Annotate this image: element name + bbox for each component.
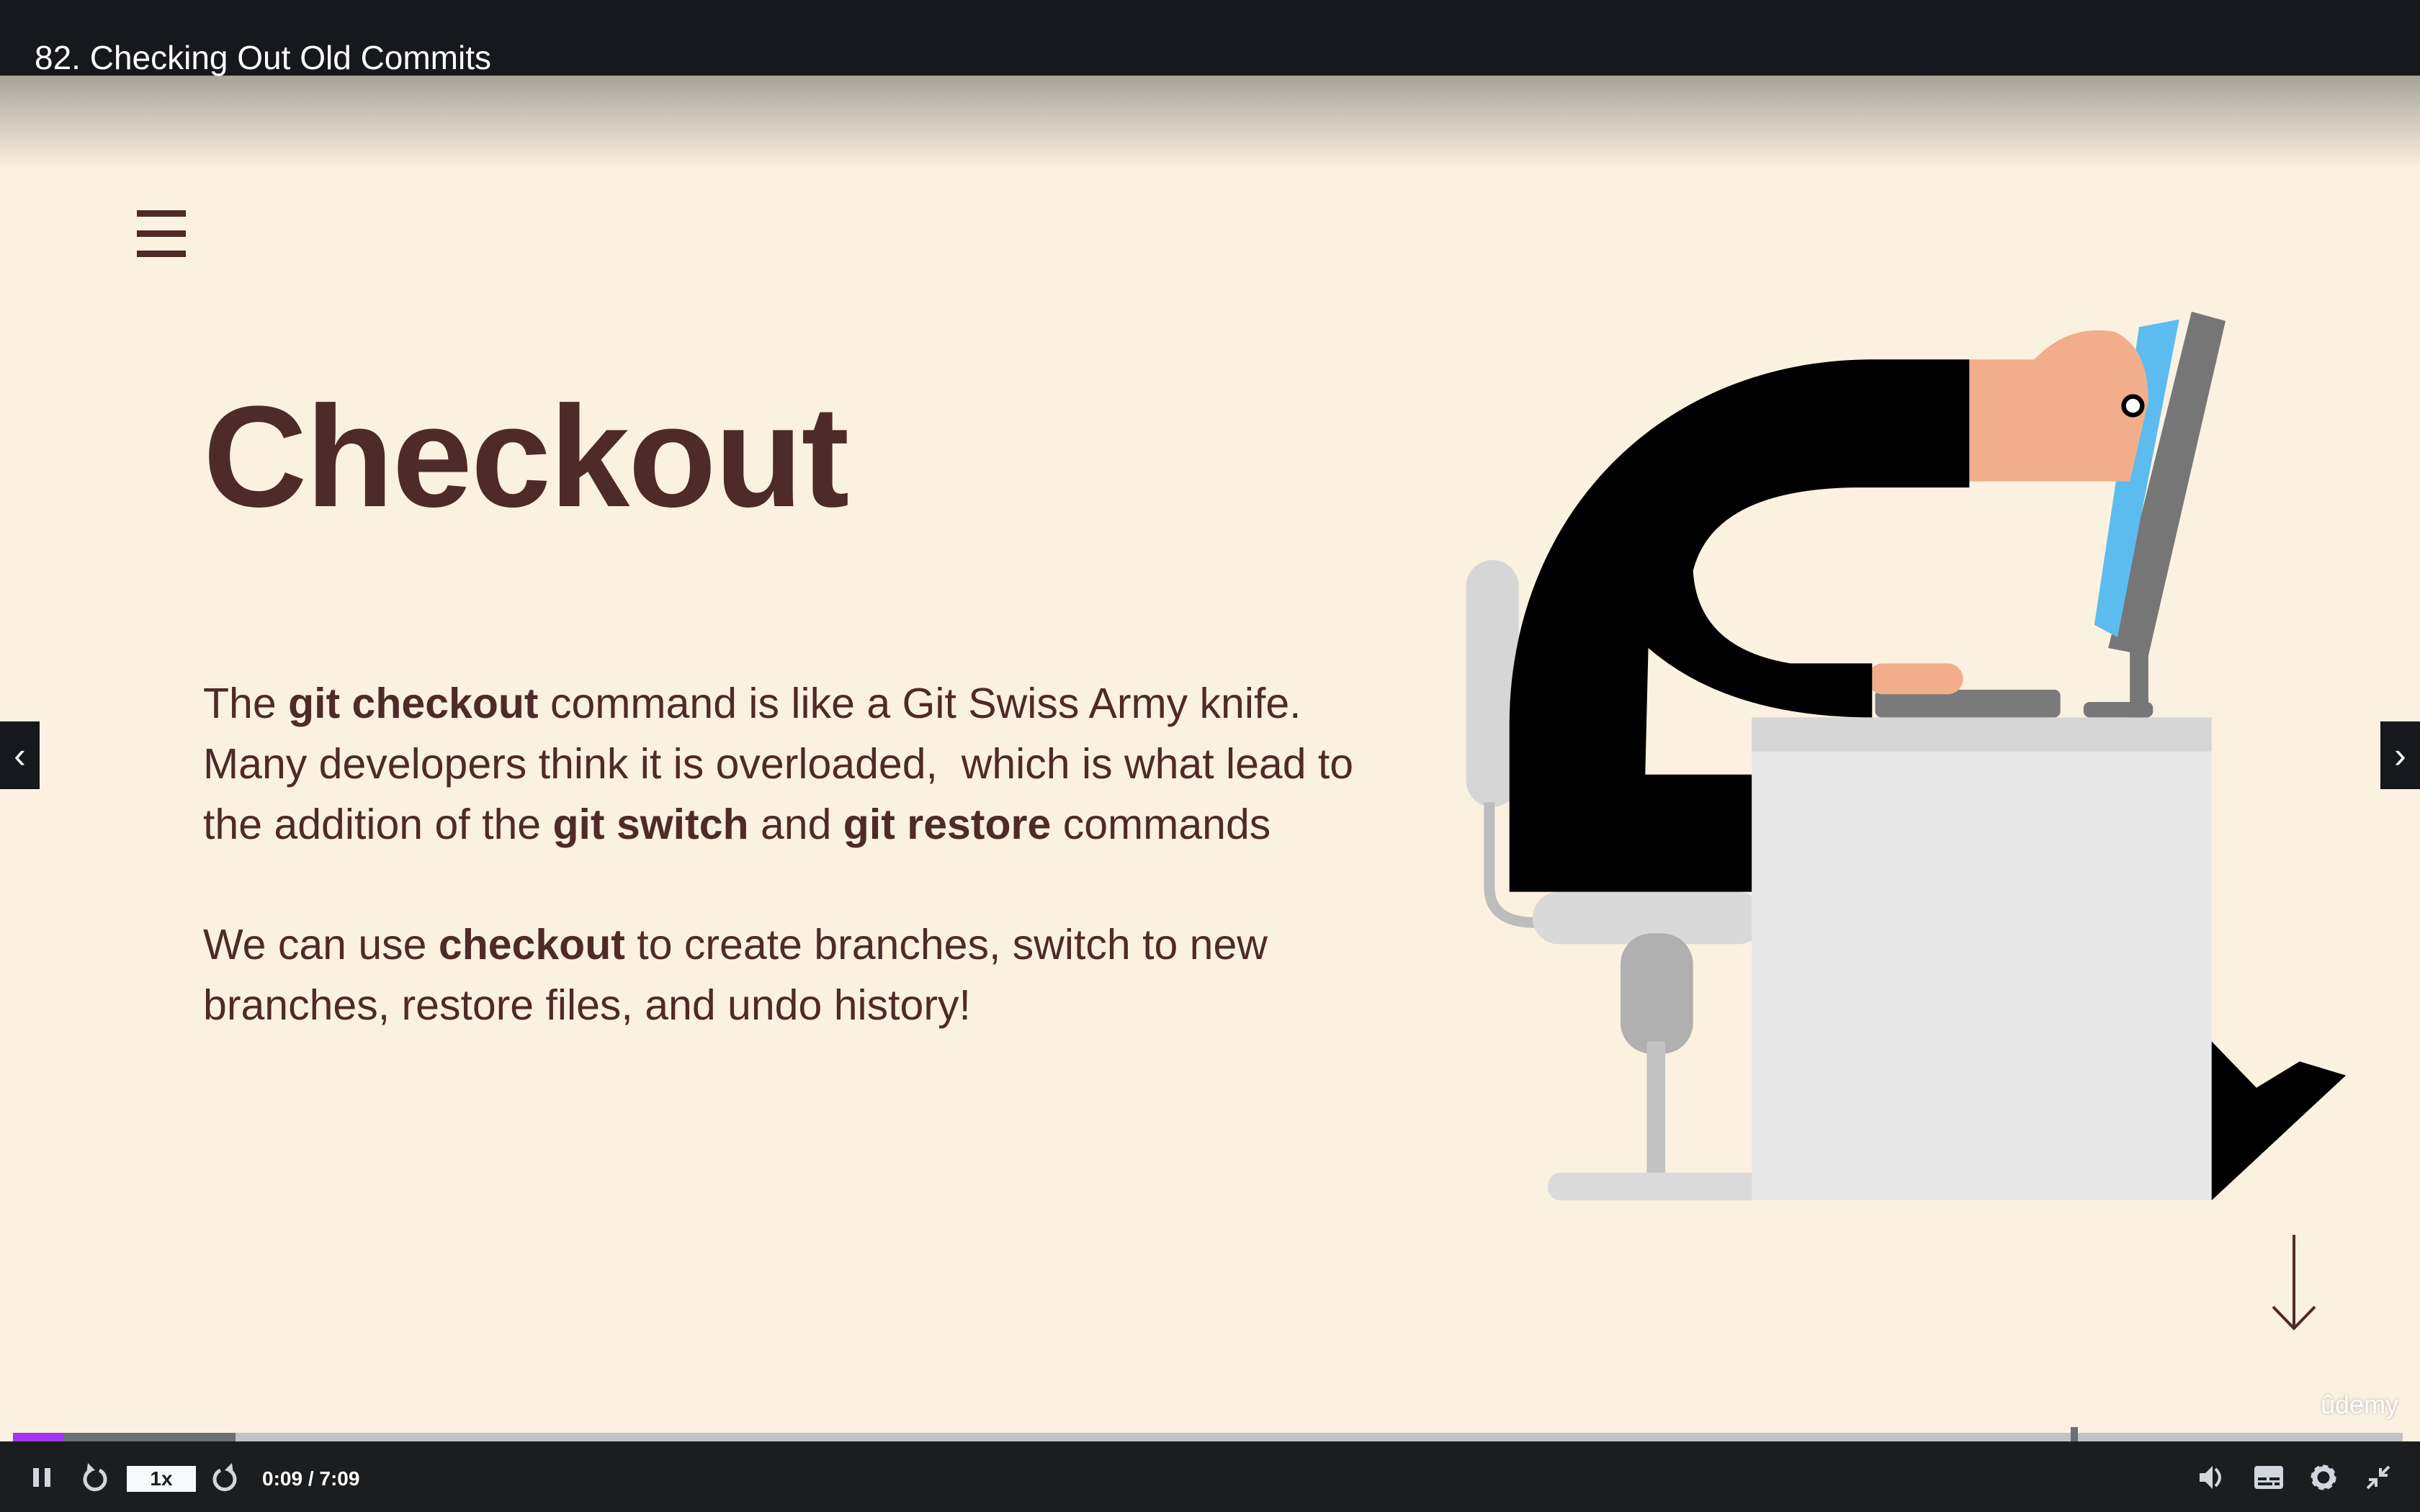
- text: commands: [1051, 801, 1271, 848]
- text: command is like a Git Swiss Army knife.: [538, 680, 1301, 727]
- pause-icon: [33, 1468, 50, 1487]
- chevron-right-icon: ›: [2394, 735, 2406, 775]
- pause-button[interactable]: [29, 1462, 55, 1493]
- video-progress-bar[interactable]: [13, 1427, 2403, 1441]
- text: We can use: [203, 921, 439, 968]
- menu-icon[interactable]: [137, 210, 186, 259]
- previous-lecture-button[interactable]: ‹: [0, 721, 40, 789]
- captions-button[interactable]: [2253, 1462, 2285, 1493]
- text: Many developers think it is overloaded, …: [203, 740, 1354, 788]
- forward-icon: [212, 1463, 237, 1492]
- exit-fullscreen-icon: [2366, 1465, 2390, 1490]
- forward-button[interactable]: [209, 1462, 241, 1493]
- chevron-left-icon: ‹: [14, 735, 26, 775]
- bold-text: checkout: [438, 921, 625, 968]
- slide-paragraph-2: We can use checkout to create branches, …: [203, 914, 1464, 1035]
- text: The: [203, 680, 289, 727]
- played-bar: [13, 1433, 63, 1441]
- arrow-down-icon[interactable]: [2269, 1235, 2319, 1332]
- bold-text: git restore: [843, 801, 1052, 848]
- rewind-button[interactable]: [79, 1462, 111, 1493]
- settings-button[interactable]: [2308, 1462, 2339, 1493]
- player-controls: 1x 0:09 / 7:09: [0, 1441, 2420, 1512]
- slide-paragraph-1: The git checkout command is like a Git S…: [203, 673, 1464, 855]
- settings-icon: [2311, 1464, 2336, 1490]
- playback-speed-button[interactable]: 1x: [127, 1466, 196, 1492]
- text: and: [748, 801, 843, 848]
- udemy-watermark: ûdemy: [2321, 1390, 2399, 1419]
- rewind-icon: [83, 1463, 107, 1492]
- volume-button[interactable]: [2197, 1462, 2228, 1493]
- bold-text: git switch: [552, 801, 749, 848]
- volume-icon: [2200, 1466, 2221, 1489]
- bold-text: git checkout: [288, 680, 539, 727]
- captions-icon: [2254, 1466, 2283, 1489]
- header-shadow: [0, 76, 2420, 169]
- text: branches, restore files, and undo histor…: [203, 981, 971, 1029]
- exit-fullscreen-button[interactable]: [2362, 1462, 2394, 1493]
- slide-heading: Checkout: [203, 377, 849, 537]
- next-lecture-button[interactable]: ›: [2380, 721, 2420, 789]
- lecture-title: 82. Checking Out Old Commits: [35, 39, 492, 76]
- bookmark-marker[interactable]: [2071, 1427, 2078, 1441]
- text: to create branches, switch to new: [624, 921, 1268, 968]
- time-display: 0:09 / 7:09: [262, 1467, 360, 1490]
- text: the addition of the: [203, 801, 553, 848]
